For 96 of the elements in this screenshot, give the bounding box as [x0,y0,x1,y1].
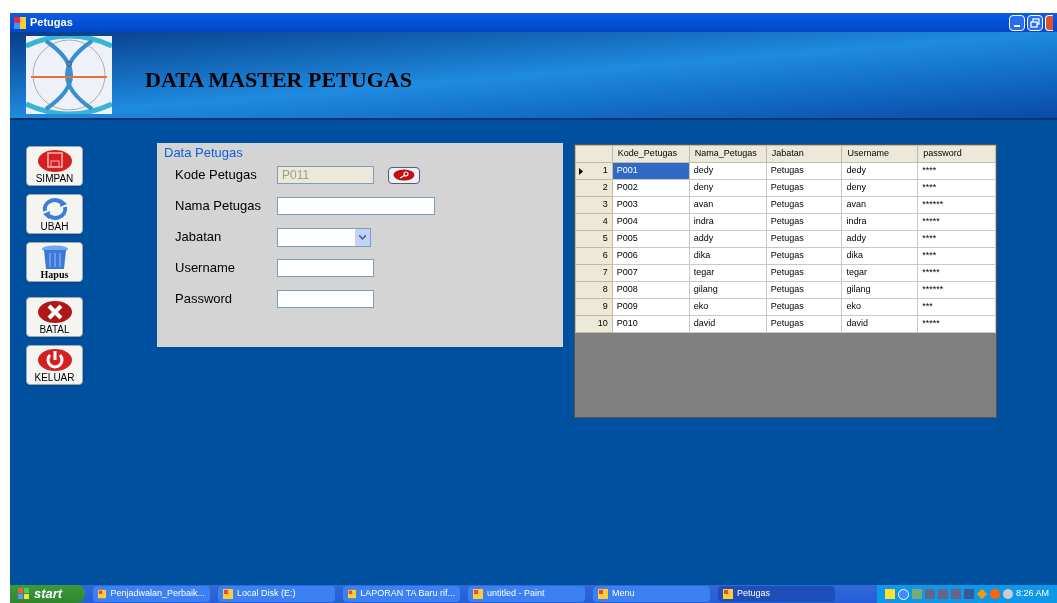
app-icon [14,16,26,29]
window-title: Petugas [30,15,73,31]
table-cell: Petugas [766,247,842,265]
table-cell: david [689,315,767,333]
table-cell: P010 [612,315,690,333]
table-cell: ****** [917,281,996,299]
table-cell: ***** [917,213,996,231]
table-cell: Petugas [766,213,842,231]
table-cell: deny [841,179,918,197]
taskbar-button[interactable]: Petugas [718,586,835,602]
text-field[interactable] [277,197,435,215]
dropdown[interactable] [277,227,371,247]
page-heading: DATA MASTER PETUGAS [145,65,412,94]
table-cell: P006 [612,247,690,265]
table-cell: **** [917,179,996,197]
table-cell: **** [917,247,996,265]
field-label: Password [175,290,234,309]
table-cell: eko [689,298,767,316]
table-cell: **** [917,162,996,180]
column-header[interactable]: Jabatan [766,145,842,163]
table-cell: dika [841,247,918,265]
table-cell: deny [689,179,767,197]
table-cell: david [841,315,918,333]
table-cell: P009 [612,298,690,316]
column-header[interactable]: Username [841,145,918,163]
key-icon [393,169,415,181]
text-field[interactable] [277,290,374,308]
floppy-icon [36,149,73,173]
table-cell: Petugas [766,230,842,248]
table-cell: gilang [689,281,767,299]
table-cell: ****** [917,196,996,214]
toolbar-button[interactable]: SIMPAN [26,146,83,186]
taskbar-button[interactable]: untitled - Paint [468,586,585,602]
table-cell: Petugas [766,315,842,333]
table-cell: indra [689,213,767,231]
current-row-icon [579,168,583,175]
column-header[interactable]: password [917,145,996,163]
table-cell: ***** [917,315,996,333]
toolbar-button[interactable]: UBAH [26,194,83,234]
power-icon [36,348,73,372]
table-cell: P002 [612,179,690,197]
table-cell: tegar [689,264,767,282]
window-icon [348,589,357,599]
window-icon [223,589,233,599]
start-button[interactable]: start [10,585,85,603]
table-cell: dika [689,247,767,265]
table-cell: gilang [841,281,918,299]
diamond-icon[interactable] [976,589,987,599]
toolbar-button[interactable]: Hapus [26,242,83,282]
field-label: Jabatan [175,228,223,247]
field-label: Username [175,259,236,278]
table-cell: indra [841,213,918,231]
taskbar-button[interactable]: LAPORAN TA Baru rif... [343,586,460,602]
table-cell: *** [917,298,996,316]
table-cell: avan [689,196,767,214]
table-cell: addy [689,230,767,248]
table-cell: P007 [612,264,690,282]
table-cell: P005 [612,230,690,248]
text-field[interactable] [277,259,374,277]
table-cell: P008 [612,281,690,299]
taskbar-button[interactable]: Local Disk (E:) [218,586,335,602]
clock: 8:26 AM [1015,587,1049,601]
table-cell: tegar [841,264,918,282]
column-header[interactable]: Nama_Petugas [689,145,767,163]
toolbar-button[interactable]: BATAL [26,297,83,337]
table-cell: Petugas [766,179,842,197]
field-label: Kode Petugas [175,166,258,185]
minimize-button[interactable] [1009,14,1025,31]
restore-button[interactable] [1027,14,1043,31]
table-cell: P004 [612,213,690,231]
table-cell: dedy [841,162,918,180]
table-cell: avan [841,196,918,214]
window-icon [598,589,608,599]
table-cell: eko [841,298,918,316]
table-cell: **** [917,230,996,248]
panel-title: Data Petugas [164,145,244,160]
toolbar-button[interactable]: KELUAR [26,345,83,385]
table-cell: Petugas [766,162,842,180]
table-cell: Petugas [766,298,842,316]
cross-icon [36,300,73,324]
table-cell: ***** [917,264,996,282]
table-cell: dedy [689,162,767,180]
window-icon [473,589,483,599]
table-cell: Petugas [766,281,842,299]
close-button[interactable] [1045,14,1053,31]
window-icon [723,589,733,599]
windows-logo-icon [18,588,30,600]
taskbar-button[interactable]: Penjadwalan_Perbaik... [93,586,210,602]
table-cell: addy [841,230,918,248]
field-label: Nama Petugas [175,197,262,216]
column-header[interactable]: Kode_Petugas [612,145,690,163]
table-cell: Petugas [766,264,842,282]
window-icon [98,589,107,599]
taskbar-button[interactable]: Menu [593,586,710,602]
table-cell: Petugas [766,196,842,214]
table-cell: P003 [612,196,690,214]
